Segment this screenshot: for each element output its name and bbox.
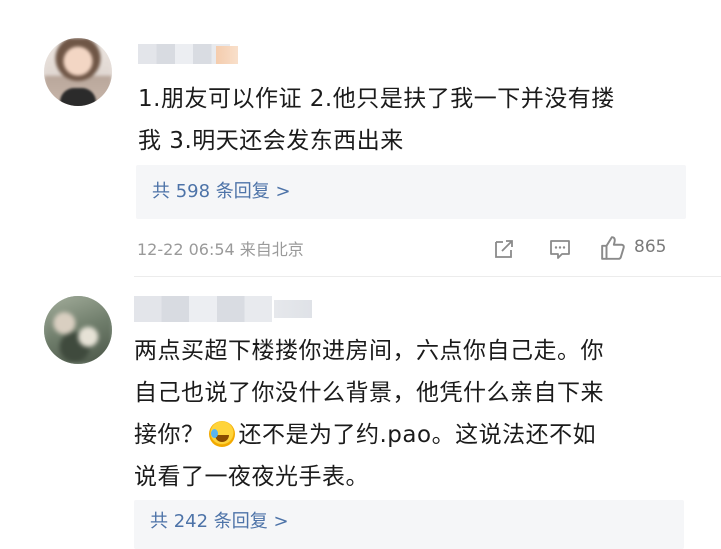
comment-meta: 12-22 06:54 来自北京 [137, 236, 304, 260]
comment-divider [134, 276, 721, 277]
comment-icon[interactable] [549, 238, 571, 260]
username-blurred[interactable] [134, 296, 312, 322]
timestamp: 12-22 06:54 [137, 240, 235, 259]
avatar[interactable] [44, 296, 112, 364]
comment-text-line: 1.朋友可以作证 2.他只是扶了我一下并没有搂 [138, 86, 615, 112]
comment-text-line: 自己也说了你没什么背景，他凭什么亲自下来 [134, 380, 604, 406]
avatar-figure [60, 88, 96, 106]
view-replies-button[interactable]: 共 242 条回复 > [134, 500, 684, 549]
replies-count-label: 共 242 条回复 > [150, 511, 289, 532]
view-replies-button[interactable]: 共 598 条回复 > [136, 165, 686, 219]
comment-text-line: 两点买超下楼搂你进房间，六点你自己走。你 [134, 338, 604, 364]
comment-text-line: 接你？ 还不是为了约.pao。这说法还不如 [134, 414, 694, 456]
comment-text-line: 说看了一夜夜光手表。 [134, 464, 369, 490]
share-icon[interactable] [493, 238, 515, 260]
laughing-crying-emoji-icon [208, 421, 235, 447]
comment-text-segment: 还不是为了约.pao。这说法还不如 [238, 422, 597, 448]
comment-text: 两点买超下楼搂你进房间，六点你自己走。你 自己也说了你没什么背景，他凭什么亲自下… [134, 330, 694, 498]
like-icon[interactable] [600, 235, 626, 261]
comment-text-line: 我 3.明天还会发东西出来 [138, 128, 404, 154]
avatar[interactable] [44, 38, 112, 106]
replies-count-label: 共 598 条回复 > [152, 181, 291, 202]
username-blurred[interactable] [138, 44, 238, 64]
comment-text: 1.朋友可以作证 2.他只是扶了我一下并没有搂 我 3.明天还会发东西出来 [138, 78, 698, 162]
avatar-image [44, 296, 112, 364]
location: 来自北京 [239, 240, 304, 259]
comment-text-segment: 接你？ [134, 422, 205, 448]
like-count: 865 [634, 237, 667, 257]
